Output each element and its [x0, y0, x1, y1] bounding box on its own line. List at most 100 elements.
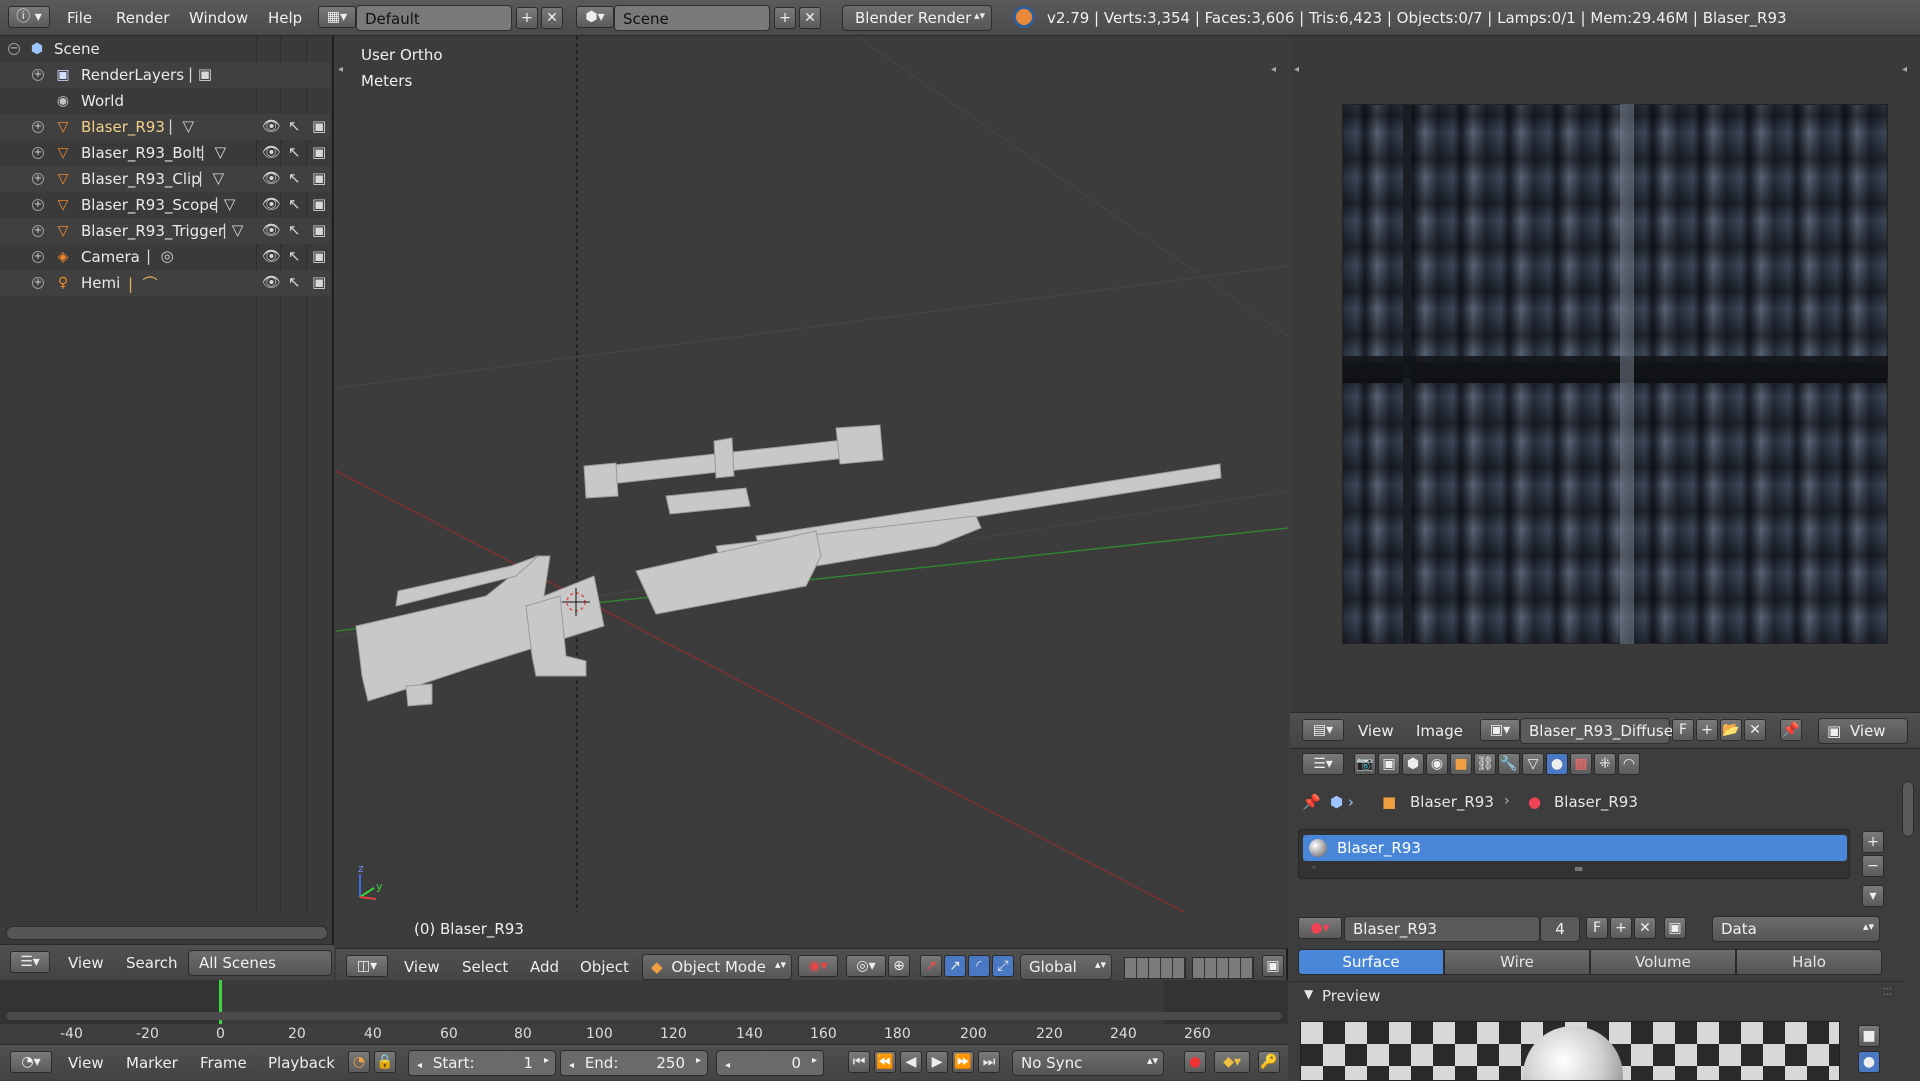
- new-image-icon[interactable]: +: [1696, 719, 1718, 741]
- scene-field[interactable]: Scene: [614, 5, 770, 31]
- lock-range-icon[interactable]: 🔒: [374, 1051, 396, 1073]
- unlink-image-icon[interactable]: ✕: [1744, 719, 1766, 741]
- menu-file[interactable]: File: [67, 9, 92, 27]
- data-tab-icon[interactable]: ▽: [1522, 753, 1544, 775]
- area-split-corner-icon[interactable]: ◂: [1902, 64, 1907, 75]
- list-resize-handle-icon[interactable]: ═: [1575, 862, 1582, 876]
- start-frame-field[interactable]: ◂ Start: 1 ▸: [408, 1050, 556, 1076]
- outliner-item-blaser-r93-scope[interactable]: + ▽ Blaser_R93_Scope | ▽ 👁 ↖ ▣: [0, 192, 330, 218]
- timeline-menu-frame[interactable]: Frame: [200, 1054, 247, 1072]
- unlink-material-icon[interactable]: ✕: [1634, 917, 1656, 939]
- selectable-cursor-icon[interactable]: ↖: [288, 247, 301, 265]
- breadcrumb-object[interactable]: Blaser_R93: [1410, 793, 1494, 811]
- outliner-menu-search[interactable]: Search: [126, 954, 178, 972]
- drag-grip-icon[interactable]: ⁚⁚⁚: [1882, 987, 1892, 998]
- nodes-toggle-icon[interactable]: ▣: [1664, 917, 1686, 939]
- timeline-menu-view[interactable]: View: [68, 1054, 104, 1072]
- texture-tab-icon[interactable]: ▩: [1570, 753, 1592, 775]
- end-arrow-right-icon[interactable]: ▸: [696, 1055, 701, 1066]
- image-editor-type-icon[interactable]: ▤▾: [1302, 719, 1344, 741]
- expand-icon[interactable]: +: [32, 251, 44, 263]
- preview-range-icon[interactable]: ◔: [348, 1051, 370, 1073]
- render-camera-icon[interactable]: ▣: [312, 195, 326, 213]
- physics-tab-icon[interactable]: ◠: [1618, 753, 1640, 775]
- outliner-item-world[interactable]: ◉ World: [0, 88, 330, 114]
- expand-icon[interactable]: +: [32, 69, 44, 81]
- keying-set-icon[interactable]: ◆▾: [1214, 1051, 1250, 1073]
- timeline-menu-playback[interactable]: Playback: [268, 1054, 335, 1072]
- current-arrow-left-icon[interactable]: ◂: [725, 1060, 730, 1071]
- render-layers-tab-icon[interactable]: ▣: [1378, 753, 1400, 775]
- selectable-cursor-icon[interactable]: ↖: [288, 221, 301, 239]
- scene-add-icon[interactable]: +: [774, 7, 796, 29]
- jump-keyframe-back-icon[interactable]: ⏪: [874, 1051, 896, 1073]
- add-material-slot-icon[interactable]: +: [1862, 831, 1884, 853]
- selectable-cursor-icon[interactable]: ↖: [288, 273, 301, 291]
- properties-editor-type-icon[interactable]: ☰▾: [1302, 753, 1344, 775]
- render-camera-icon[interactable]: ▣: [312, 221, 326, 239]
- material-name-field[interactable]: Blaser_R93: [1344, 916, 1540, 942]
- preview-type-flat-icon[interactable]: ■: [1858, 1025, 1880, 1047]
- modifiers-tab-icon[interactable]: 🔧: [1498, 753, 1520, 775]
- render-camera-icon[interactable]: ▣: [312, 143, 326, 161]
- visibility-eye-icon[interactable]: 👁: [262, 117, 281, 135]
- selectable-cursor-icon[interactable]: ↖: [288, 169, 301, 187]
- visibility-eye-icon[interactable]: 👁: [262, 143, 281, 161]
- area-split-corner-icon[interactable]: ◂: [338, 64, 343, 75]
- rotate-icon[interactable]: ◜: [968, 955, 990, 977]
- outliner-item-hemi[interactable]: + ♀ Hemi | ⌒ 👁 ↖ ▣: [0, 270, 330, 296]
- render-camera-icon[interactable]: ▣: [312, 117, 326, 135]
- viewport-canvas[interactable]: z y: [336, 36, 1288, 912]
- expand-icon[interactable]: +: [32, 225, 44, 237]
- render-camera-icon[interactable]: ▣: [312, 247, 326, 265]
- image-name-field[interactable]: Blaser_R93_Diffuse...: [1520, 718, 1687, 744]
- outliner-item-blaser-r93-clip[interactable]: + ▽ Blaser_R93_Clip | ▽ 👁 ↖ ▣: [0, 166, 330, 192]
- start-arrow-left-icon[interactable]: ◂: [417, 1060, 422, 1071]
- fake-user-button[interactable]: F: [1586, 917, 1608, 939]
- layer-manager-icon[interactable]: ▣: [1262, 955, 1284, 977]
- mode-dropdown[interactable]: ◆ Object Mode ▴▾: [642, 954, 792, 980]
- preview-panel-header[interactable]: ▼ Preview ⁚⁚⁚: [1290, 981, 1904, 1009]
- viewport-menu-add[interactable]: Add: [530, 958, 559, 976]
- viewport-editor-type-icon[interactable]: ◫▾: [346, 955, 388, 977]
- menu-render[interactable]: Render: [116, 9, 169, 27]
- visibility-eye-icon[interactable]: 👁: [262, 273, 281, 291]
- material-slot-row[interactable]: Blaser_R93: [1303, 835, 1847, 861]
- play-icon[interactable]: ▶: [926, 1051, 948, 1073]
- play-reverse-icon[interactable]: ◀: [900, 1051, 922, 1073]
- timeline-editor-type-icon[interactable]: ◔▾: [10, 1051, 52, 1073]
- current-frame-field[interactable]: ◂ 0 ▸: [716, 1050, 824, 1076]
- area-split-corner-icon[interactable]: ◂: [1294, 64, 1299, 75]
- remove-material-slot-icon[interactable]: −: [1862, 855, 1884, 877]
- end-arrow-left-icon[interactable]: ◂: [569, 1060, 574, 1071]
- rotate-manipulator-icon[interactable]: ↗: [944, 955, 966, 977]
- material-browse-icon[interactable]: ●▾: [1298, 917, 1342, 939]
- outliner-item-camera[interactable]: + ◈ Camera | ◎ 👁 ↖ ▣: [0, 244, 330, 270]
- scene-icon[interactable]: ⬢▾: [576, 6, 614, 28]
- timeline-scrollbar[interactable]: [6, 1012, 1282, 1020]
- layout-icon[interactable]: ▦▾: [318, 6, 356, 28]
- properties-context-tabs[interactable]: 📷 ▣ ⬢ ◉ ■ ⛓ 🔧 ▽ ● ▩ ⁜ ◠: [1354, 753, 1664, 777]
- render-camera-icon[interactable]: ▣: [312, 169, 326, 187]
- timeline-menu-marker[interactable]: Marker: [126, 1054, 178, 1072]
- image-menu-image[interactable]: Image: [1416, 722, 1463, 740]
- preview-type-sphere-icon[interactable]: ●: [1858, 1051, 1880, 1073]
- layer-buttons[interactable]: [1192, 957, 1254, 979]
- outliner-item-renderlayers[interactable]: + ▣ RenderLayers | ▣: [0, 62, 330, 88]
- outliner-item-blaser-r93-bolt[interactable]: + ▽ Blaser_R93_Bolt | ▽ 👁 ↖ ▣: [0, 140, 330, 166]
- image-editor-panel[interactable]: ◂ ◂: [1290, 36, 1920, 712]
- start-arrow-right-icon[interactable]: ▸: [544, 1055, 549, 1066]
- material-link-dropdown[interactable]: Data ▴▾: [1712, 916, 1880, 942]
- list-grip-icon[interactable]: ◦: [1311, 863, 1317, 874]
- fake-user-button[interactable]: F: [1672, 719, 1694, 741]
- layout-add-icon[interactable]: +: [516, 7, 538, 29]
- viewport-menu-view[interactable]: View: [404, 958, 440, 976]
- timeline-panel[interactable]: -40 -20 0 20 40 60 80 100 120 140 160 18…: [0, 980, 1288, 1080]
- visibility-eye-icon[interactable]: 👁: [262, 221, 281, 239]
- outliner-item-scene[interactable]: − ⬢ Scene: [0, 36, 330, 62]
- transform-orientation-dropdown[interactable]: Global ▴▾: [1020, 954, 1112, 980]
- pin-icon[interactable]: 📌: [1780, 719, 1802, 741]
- viewport-shading-icon[interactable]: ◉▾: [798, 955, 838, 977]
- selectable-cursor-icon[interactable]: ↖: [288, 117, 301, 135]
- properties-scrollbar[interactable]: [1902, 781, 1914, 837]
